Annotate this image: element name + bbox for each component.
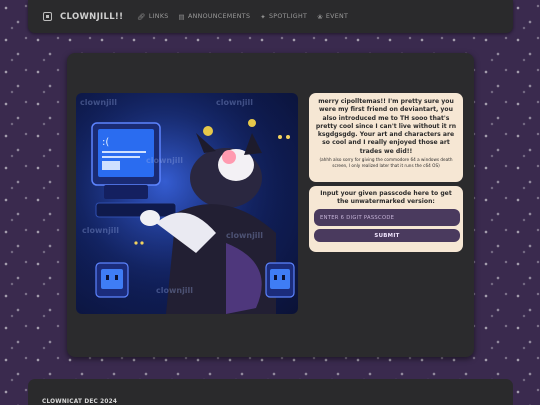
svg-text:clownjill: clownjill xyxy=(156,286,193,295)
footer: CLOWNICAT DEC 2024 xyxy=(28,379,513,405)
svg-text:clownjill: clownjill xyxy=(80,98,117,107)
top-nav: CLOWNJILL!! 🔗︎ LINKS ▤ ANNOUNCEMENTS ✦ S… xyxy=(28,0,513,33)
passcode-card: Input your given passcode here to get th… xyxy=(309,186,463,252)
nav-links: 🔗︎ LINKS ▤ ANNOUNCEMENTS ✦ SPOTLIGHT ❀ E… xyxy=(137,13,348,21)
passcode-prompt: Input your given passcode here to get th… xyxy=(320,190,452,205)
artwork-image: :( clownjill clownjill clownjill clownji… xyxy=(76,93,298,314)
message-text: merry cipolltemas!! I'm pretty sure you … xyxy=(315,98,457,155)
svg-text:clownjill: clownjill xyxy=(146,156,183,165)
spotlight-icon: ✦ xyxy=(260,12,266,21)
nav-link-spotlight[interactable]: ✦ SPOTLIGHT xyxy=(260,13,307,21)
footer-text: CLOWNICAT DEC 2024 xyxy=(42,399,118,405)
message-note: (ahhh also sorry for giving the commodor… xyxy=(319,157,453,168)
message-card: merry cipolltemas!! I'm pretty sure you … xyxy=(309,93,463,182)
artwork-illustration: :( clownjill clownjill clownjill clownji… xyxy=(76,93,298,314)
nav-link-links[interactable]: 🔗︎ LINKS xyxy=(137,13,168,21)
submit-button[interactable]: SUBMIT xyxy=(314,229,460,242)
list-icon: ▤ xyxy=(178,12,185,21)
svg-text:clownjill: clownjill xyxy=(82,226,119,235)
link-icon: 🔗︎ xyxy=(137,12,146,21)
logo-icon[interactable] xyxy=(43,12,52,21)
site-brand[interactable]: CLOWNJILL!! xyxy=(60,12,123,22)
nav-link-label: ANNOUNCEMENTS xyxy=(188,13,251,20)
nav-link-label: EVENT xyxy=(325,13,349,20)
nav-link-event[interactable]: ❀ EVENT xyxy=(317,13,348,21)
nav-link-announcements[interactable]: ▤ ANNOUNCEMENTS xyxy=(179,13,251,21)
svg-text:clownjill: clownjill xyxy=(216,98,253,107)
svg-text:clownjill: clownjill xyxy=(226,231,263,240)
passcode-input[interactable] xyxy=(314,209,460,226)
nav-link-label: LINKS xyxy=(148,13,169,20)
svg-text::(: :( xyxy=(102,137,109,148)
nav-link-label: SPOTLIGHT xyxy=(269,13,308,20)
event-icon: ❀ xyxy=(317,12,323,21)
